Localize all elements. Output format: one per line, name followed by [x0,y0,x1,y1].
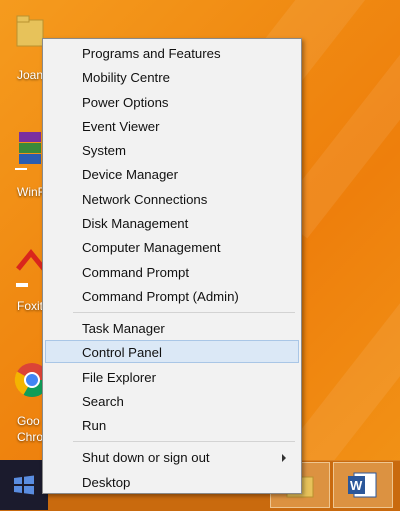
menu-separator [73,441,295,442]
start-button[interactable] [0,460,48,510]
menu-item-network-connections[interactable]: Network Connections [45,187,299,210]
folder-icon [16,15,44,47]
submenu-arrow-icon [282,454,286,462]
desktop-icon-label: Goo [17,414,40,428]
menu-item-system[interactable]: System [45,138,299,161]
menu-item-label: Shut down or sign out [82,450,210,465]
taskbar-button-word[interactable]: W [333,462,393,508]
menu-item-control-panel[interactable]: Control Panel [45,340,299,363]
menu-item-disk-management[interactable]: Disk Management [45,211,299,234]
menu-item-command-prompt[interactable]: Command Prompt [45,260,299,283]
menu-item-desktop[interactable]: Desktop [45,470,299,493]
start-icon [14,475,34,495]
menu-item-programs-and-features[interactable]: Programs and Features [45,41,299,64]
menu-item-task-manager[interactable]: Task Manager [45,316,299,339]
word-icon: W [348,472,377,498]
menu-item-shut-down[interactable]: Shut down or sign out [45,445,299,468]
winx-context-menu: Programs and Features Mobility Centre Po… [42,38,302,494]
menu-item-command-prompt-admin[interactable]: Command Prompt (Admin) [45,284,299,307]
desktop-icon-label: Foxit [17,299,44,313]
menu-item-computer-management[interactable]: Computer Management [45,235,299,258]
menu-item-event-viewer[interactable]: Event Viewer [45,114,299,137]
winrar-icon [15,132,41,170]
svg-text:W: W [350,478,363,493]
desktop-icon-label: Joan [17,68,44,82]
menu-item-run[interactable]: Run [45,413,299,436]
menu-item-file-explorer[interactable]: File Explorer [45,365,299,388]
menu-item-search[interactable]: Search [45,389,299,412]
menu-separator [73,312,295,313]
menu-item-mobility-centre[interactable]: Mobility Centre [45,65,299,88]
menu-item-power-options[interactable]: Power Options [45,90,299,113]
desktop-icon-label: Chro [17,430,44,444]
menu-item-device-manager[interactable]: Device Manager [45,162,299,185]
